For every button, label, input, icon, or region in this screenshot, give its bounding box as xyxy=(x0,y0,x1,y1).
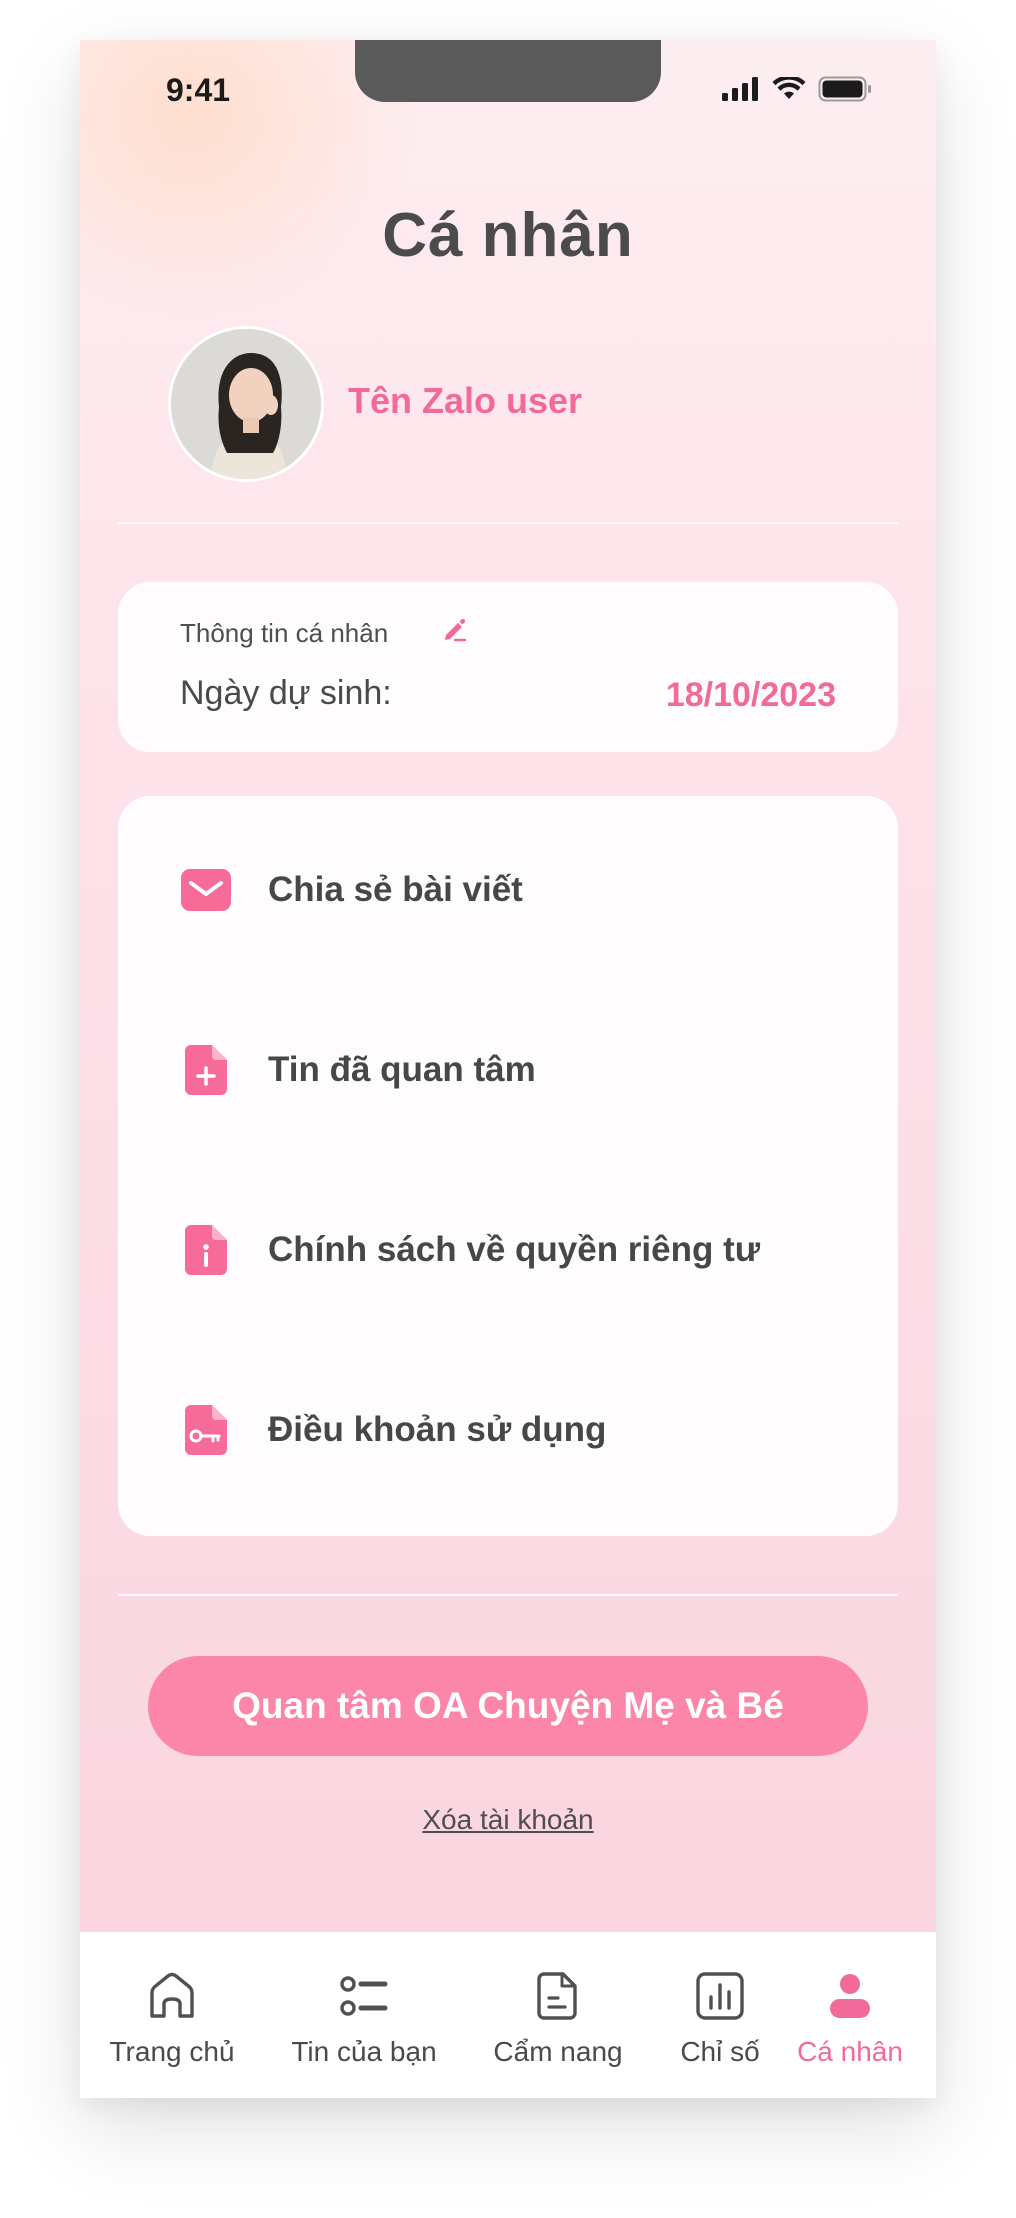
bottom-nav: Trang chủ Tin của bạn Cẩm nang Chỉ số Cá… xyxy=(80,1932,936,2098)
mail-icon xyxy=(180,864,232,916)
menu-item-label: Chia sẻ bài viết xyxy=(268,870,523,909)
nav-item-indicators[interactable]: Chỉ số xyxy=(658,1932,782,2098)
nav-item-personal[interactable]: Cá nhân xyxy=(782,1932,918,2098)
menu-card: Chia sẻ bài viết Tin đã quan tâm Chính s… xyxy=(118,796,898,1536)
delete-account-link[interactable]: Xóa tài khoản xyxy=(80,1804,936,1836)
handbook-icon xyxy=(536,1968,580,2024)
menu-item-label: Chính sách về quyền riêng tư xyxy=(268,1230,761,1269)
divider-top xyxy=(118,522,898,524)
menu-item-privacy-policy[interactable]: Chính sách về quyền riêng tư xyxy=(118,1190,898,1310)
avatar[interactable] xyxy=(168,326,324,482)
personal-info-label: Thông tin cá nhân xyxy=(180,618,389,648)
menu-item-followed-news[interactable]: Tin đã quan tâm xyxy=(118,1010,898,1130)
nav-item-handbook[interactable]: Cẩm nang xyxy=(478,1932,638,2098)
document-key-icon xyxy=(180,1404,232,1456)
menu-item-label: Tin đã quan tâm xyxy=(268,1050,536,1089)
document-info-icon xyxy=(180,1224,232,1276)
due-date-label: Ngày dự sinh: xyxy=(180,674,392,712)
profile-name: Tên Zalo user xyxy=(348,380,583,421)
chart-icon xyxy=(695,1968,745,2024)
phone-screen: 9:41 Cá nhân Tên Zalo user Thông tin cá … xyxy=(80,40,936,2098)
nav-label: Cẩm nang xyxy=(493,2036,623,2067)
nav-label: Chỉ số xyxy=(680,2036,760,2067)
page-title: Cá nhân xyxy=(382,201,634,270)
due-date-value: 18/10/2023 xyxy=(665,676,836,714)
signal-icon xyxy=(722,77,758,101)
nav-label: Cá nhân xyxy=(797,2036,903,2067)
list-icon xyxy=(339,1968,389,2024)
document-plus-icon xyxy=(180,1044,232,1096)
menu-item-terms-of-use[interactable]: Điều khoản sử dụng xyxy=(118,1370,898,1490)
nav-item-home[interactable]: Trang chủ xyxy=(100,1932,244,2098)
device-notch xyxy=(355,40,661,102)
edit-icon[interactable] xyxy=(442,616,468,646)
follow-oa-button[interactable]: Quan tâm OA Chuyện Mẹ và Bé xyxy=(148,1656,868,1756)
profile-photo xyxy=(171,329,321,479)
status-time: 9:41 xyxy=(166,72,231,108)
wifi-icon xyxy=(772,77,806,99)
menu-item-label: Điều khoản sử dụng xyxy=(268,1410,607,1449)
home-icon xyxy=(147,1968,197,2024)
nav-label: Trang chủ xyxy=(109,2036,235,2067)
battery-icon xyxy=(818,76,871,102)
user-icon xyxy=(828,1968,872,2024)
nav-label: Tin của bạn xyxy=(291,2036,437,2067)
status-icons xyxy=(722,76,872,102)
personal-info-card: Thông tin cá nhân Ngày dự sinh: 18/10/20… xyxy=(118,582,898,752)
nav-item-your-news[interactable]: Tin của bạn xyxy=(276,1932,452,2098)
menu-item-share-posts[interactable]: Chia sẻ bài viết xyxy=(118,830,898,950)
divider-bottom xyxy=(118,1594,898,1596)
